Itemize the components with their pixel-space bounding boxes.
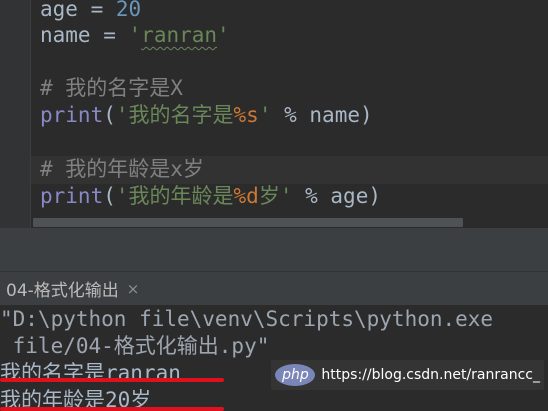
code-token: print <box>40 103 104 127</box>
code-token: ( <box>103 184 116 208</box>
code-token: name = <box>40 23 129 47</box>
site-watermark: php https://blog.csdn.net/ranrancc_ <box>271 360 544 390</box>
code-line[interactable]: name = 'ranran' <box>40 22 230 49</box>
code-token: 20 <box>115 0 142 21</box>
code-token: 岁' <box>258 184 293 208</box>
close-icon[interactable]: × <box>127 280 140 298</box>
panel-splitter[interactable] <box>0 228 548 272</box>
console-command-line: file/04-格式化输出.py" <box>0 334 270 358</box>
red-underline <box>0 407 224 411</box>
code-line[interactable]: print('我的名字是%s' % name) <box>40 102 373 129</box>
code-token: ranran <box>141 23 218 47</box>
gutter-divider <box>30 0 31 228</box>
editor-gutter <box>0 0 30 228</box>
code-token: % name) <box>271 103 373 127</box>
code-editor[interactable]: age = 20 name = 'ranran' # 我的名字是X print('我的… <box>0 0 548 228</box>
horizontal-scrollbar-thumb[interactable] <box>33 218 463 227</box>
code-token: ' <box>258 103 272 127</box>
code-token: # 我的名字是X <box>40 76 183 100</box>
code-token: %d <box>233 184 259 208</box>
code-token: age = <box>40 0 116 21</box>
code-line[interactable]: # 我的年龄是x岁 <box>40 156 204 183</box>
code-token: %s <box>233 103 259 127</box>
console-command-line: "D:\python file\venv\Scripts\python.exe <box>0 307 494 331</box>
run-console[interactable]: "D:\python file\venv\Scripts\python.exe … <box>0 305 548 411</box>
code-line[interactable]: # 我的名字是X <box>40 75 183 102</box>
php-logo: php <box>275 364 316 386</box>
code-token: # 我的年龄是x岁 <box>40 157 204 181</box>
code-line[interactable]: print('我的年龄是%d岁' % age) <box>40 183 381 210</box>
watermark-url: https://blog.csdn.net/ranrancc_ <box>321 367 540 383</box>
code-token: ( <box>103 103 116 127</box>
code-token: '我的名字是 <box>115 103 234 127</box>
run-tab-label: 04-格式化输出 <box>6 281 119 301</box>
code-line[interactable]: age = 20 <box>40 0 141 23</box>
code-token: '我的年龄是 <box>115 184 234 208</box>
code-token: print <box>40 184 104 208</box>
code-token: ' <box>128 23 142 47</box>
code-token: % age) <box>292 184 381 208</box>
code-token: ' <box>217 23 230 47</box>
red-underline <box>0 378 224 382</box>
run-tool-tabbar: 04-格式化输出 × <box>0 272 548 305</box>
run-tab[interactable]: 04-格式化输出 × <box>0 272 147 305</box>
